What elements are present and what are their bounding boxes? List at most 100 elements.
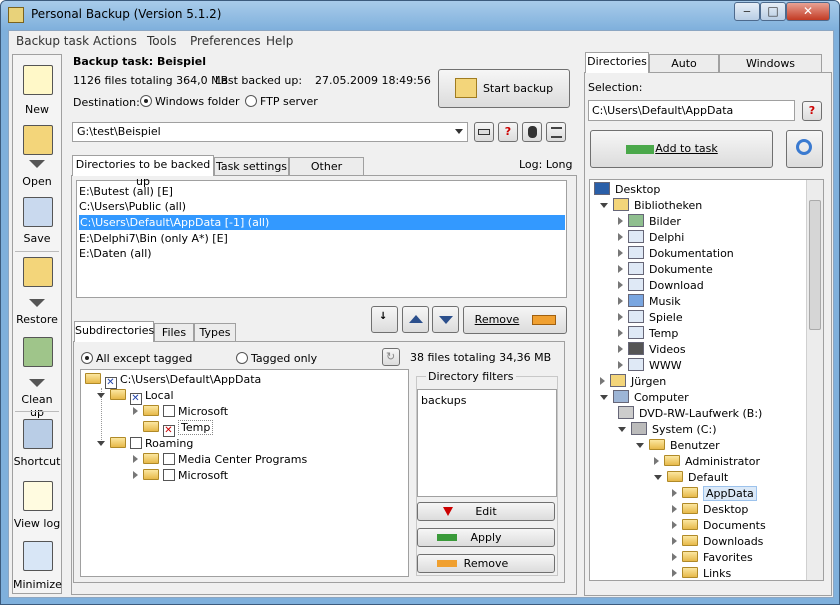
chevron-right-icon	[672, 521, 677, 529]
directory-item[interactable]: E:\Daten (all)	[79, 246, 152, 261]
sort-icon: ↓	[379, 311, 388, 322]
tree-node[interactable]: Spiele	[618, 310, 683, 326]
dest-windows-radio[interactable]: Windows folder	[140, 95, 240, 108]
tree-node[interactable]: Videos	[618, 342, 686, 358]
menu-actions[interactable]: Actions	[93, 34, 137, 48]
help-button[interactable]: ?	[498, 122, 518, 142]
tree-scrollbar[interactable]	[806, 180, 823, 580]
tree-node[interactable]: Links	[672, 566, 731, 580]
tagged-only-radio[interactable]: Tagged only	[236, 352, 317, 365]
tab-directories-browser[interactable]: Directories	[585, 52, 649, 73]
maximize-window-button[interactable]: □	[760, 2, 786, 21]
directory-browser-tree[interactable]: Desktop Bibliotheken Bilder Delphi Dokum…	[589, 179, 824, 581]
tree-node[interactable]: Default	[654, 470, 728, 486]
radio-icon	[245, 95, 257, 107]
save-button[interactable]: Save	[13, 195, 61, 247]
tab-windows-scheduler[interactable]: Windows Scheduler	[719, 54, 822, 87]
tree-node[interactable]: Bilder	[618, 214, 681, 230]
tree-node[interactable]: Dokumentation	[618, 246, 734, 262]
tree-node[interactable]: Temp	[618, 326, 678, 342]
chevron-right-icon	[672, 505, 677, 513]
library-icon	[613, 198, 629, 211]
all-except-tagged-radio[interactable]: All except tagged	[81, 352, 192, 365]
refresh-button[interactable]: ↻	[382, 348, 400, 366]
tab-other-options[interactable]: Other options	[289, 157, 364, 190]
directories-list[interactable]: E:\Butest (all) [E] C:\Users\Public (all…	[76, 180, 567, 298]
apply-filter-button[interactable]: Apply	[417, 528, 555, 547]
tree-node[interactable]: Computer	[600, 390, 689, 406]
new-button[interactable]: New	[13, 63, 61, 118]
tab-directories[interactable]: Directories to be backed up	[72, 155, 214, 188]
list-button[interactable]	[546, 122, 566, 142]
minimize-button[interactable]: Minimize	[13, 539, 62, 595]
shortcut-button[interactable]: Shortcut	[13, 417, 61, 473]
tree-node[interactable]: Documents	[672, 518, 766, 534]
title-bar[interactable]: Personal Backup (Version 5.1.2) ‒ □ ✕	[1, 1, 839, 30]
close-window-button[interactable]: ✕	[786, 2, 830, 21]
start-backup-button[interactable]: Start backup	[438, 69, 570, 108]
move-down-button[interactable]	[432, 306, 459, 333]
tree-node[interactable]: Administrator	[654, 454, 760, 470]
menu-help[interactable]: Help	[266, 34, 293, 48]
move-up-button[interactable]	[402, 306, 429, 333]
tab-files[interactable]: Files	[154, 323, 194, 342]
restore-button[interactable]: Restore	[13, 255, 61, 327]
backup-folder-icon	[455, 78, 477, 98]
directory-item[interactable]: C:\Users\Public (all)	[79, 199, 186, 214]
tree-node[interactable]: Benutzer	[636, 438, 720, 454]
tree-node-microsoft[interactable]: Microsoft	[133, 404, 228, 420]
menu-preferences[interactable]: Preferences	[190, 34, 261, 48]
tree-node-root[interactable]: ✕ C:\Users\Default\AppData	[85, 372, 261, 389]
filter-item[interactable]: backups	[421, 394, 553, 407]
tree-node[interactable]: Dokumente	[618, 262, 713, 278]
tab-subdirectories[interactable]: Subdirectories	[74, 321, 154, 342]
destination-path-combo[interactable]: G:\test\Beispiel	[72, 122, 468, 142]
dest-ftp-radio[interactable]: FTP server	[245, 95, 318, 108]
remove-filter-button[interactable]: Remove	[417, 554, 555, 573]
search-folder-button[interactable]	[786, 130, 823, 168]
selection-input[interactable]: C:\Users\Default\AppData	[588, 100, 795, 121]
directory-filters-list[interactable]: backups	[417, 389, 557, 497]
restore-icon	[23, 257, 53, 287]
tab-types[interactable]: Types	[194, 323, 236, 342]
tree-node[interactable]: Delphi	[618, 230, 684, 246]
directory-item[interactable]: E:\Delphi7\Bin (only A*) [E]	[79, 231, 228, 246]
menu-backup-task[interactable]: Backup task	[16, 34, 89, 48]
tree-node[interactable]: Download	[618, 278, 704, 294]
user-button[interactable]	[522, 122, 542, 142]
tree-node[interactable]: DVD-RW-Laufwerk (B:)	[618, 406, 762, 422]
cleanup-button[interactable]: Clean up	[13, 335, 61, 419]
tab-auto-backup[interactable]: Auto Backup	[649, 54, 719, 87]
tree-node[interactable]: WWW	[618, 358, 682, 374]
tree-node[interactable]: System (C:)	[618, 422, 717, 438]
minimize-window-button[interactable]: ‒	[734, 2, 760, 21]
directory-item[interactable]: E:\Butest (all) [E]	[79, 184, 173, 199]
tree-node[interactable]: Bibliotheken	[600, 198, 702, 214]
tree-node[interactable]: Musik	[618, 294, 681, 310]
destination-label: Destination:	[73, 96, 140, 109]
tree-node[interactable]: Favorites	[672, 550, 753, 566]
remove-directory-button[interactable]: Remove	[463, 306, 567, 334]
sort-button[interactable]: ↓	[371, 306, 398, 333]
selection-help-button[interactable]: ?	[802, 101, 822, 121]
tab-task-settings[interactable]: Task settings	[214, 157, 289, 176]
drive-button[interactable]	[474, 122, 494, 142]
tree-node[interactable]: Jürgen	[600, 374, 666, 390]
tree-node[interactable]: Downloads	[672, 534, 763, 550]
edit-filter-button[interactable]: Edit	[417, 502, 555, 521]
add-to-task-button[interactable]: Add to task	[590, 130, 773, 168]
open-button[interactable]: Open	[13, 123, 61, 189]
tree-node-temp[interactable]: ✕ Temp	[143, 420, 214, 437]
tree-node-roaming[interactable]: Roaming	[97, 436, 193, 452]
directory-item-selected[interactable]: C:\Users\Default\AppData [-1] (all)	[79, 215, 565, 230]
tree-node-media-center[interactable]: Media Center Programs	[133, 452, 307, 468]
tree-node-selected[interactable]: AppData	[672, 486, 757, 502]
tree-node-microsoft-roaming[interactable]: Microsoft	[133, 468, 228, 484]
tree-node[interactable]: Desktop	[594, 182, 660, 198]
tree-node[interactable]: Desktop	[672, 502, 748, 518]
subdirectory-tree[interactable]: ✕ C:\Users\Default\AppData ✕ Local Micro…	[80, 369, 409, 577]
view-log-button[interactable]: View log	[13, 479, 61, 535]
menu-tools[interactable]: Tools	[147, 34, 177, 48]
scrollbar-thumb[interactable]	[809, 200, 821, 330]
tree-node-local[interactable]: ✕ Local	[97, 388, 174, 405]
